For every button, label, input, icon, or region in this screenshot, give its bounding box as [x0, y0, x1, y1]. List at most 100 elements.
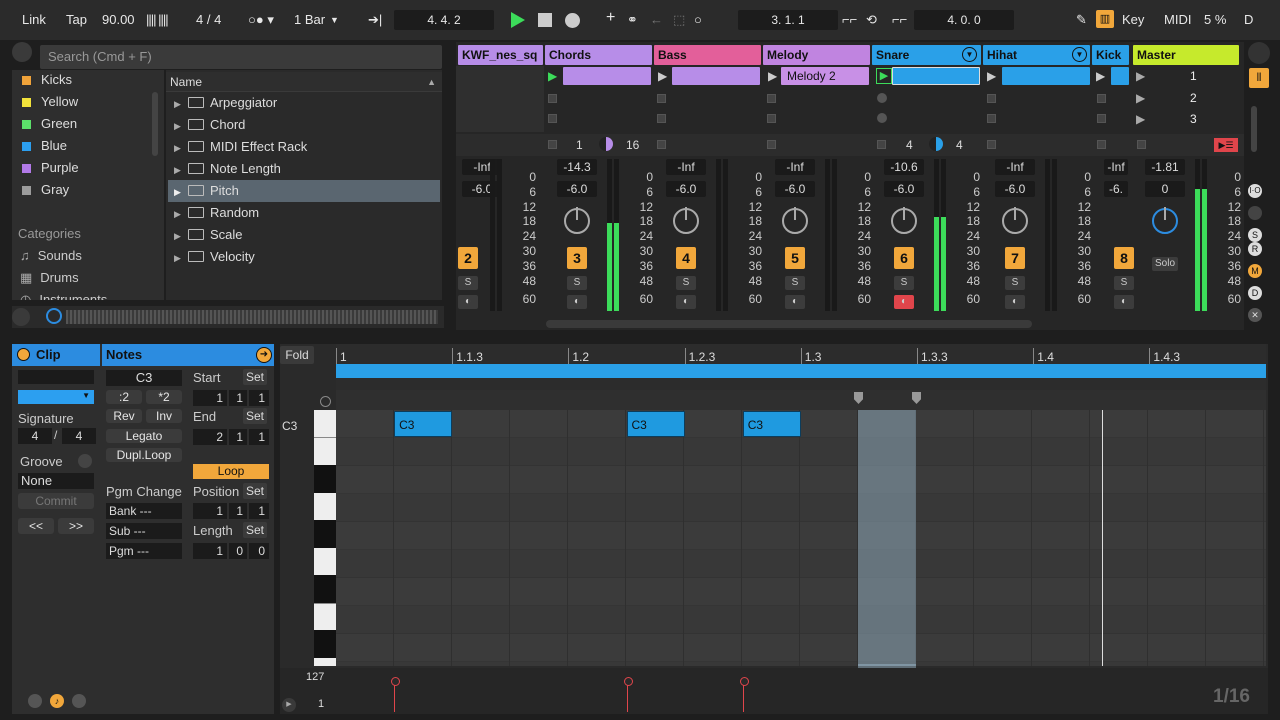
name-column-header[interactable]: Name ▲ [166, 72, 442, 92]
clip-slot-bass[interactable] [672, 67, 760, 85]
track-header-bass[interactable]: Bass [654, 45, 761, 65]
clip-stop-icon[interactable] [1097, 94, 1106, 103]
track-volume[interactable]: -Inf [462, 159, 502, 175]
length-bar[interactable]: 1 [193, 543, 227, 559]
track-activator[interactable]: 5 [785, 247, 805, 269]
fold-track-icon[interactable]: ▼ [962, 47, 977, 62]
track-stop-icon[interactable] [877, 140, 886, 149]
capture-icon[interactable]: ⬚ [673, 12, 685, 28]
midi-note[interactable]: C3 [742, 411, 801, 437]
stop-icon[interactable] [538, 13, 552, 27]
arm-icon[interactable]: ◐ [785, 295, 805, 309]
arrangement-position[interactable]: 4. 4. 2 [394, 10, 494, 30]
notes-toggle-icon[interactable]: ♪ [50, 694, 64, 708]
sends-toggle-icon[interactable] [1248, 206, 1262, 220]
solo-button[interactable]: S [676, 276, 696, 290]
invert-button[interactable]: Inv [146, 409, 182, 423]
list-item[interactable]: ▶ Scale [168, 224, 440, 246]
clip-color-select[interactable]: ▼ [18, 390, 94, 404]
solo-switch-button[interactable]: Solo [1152, 257, 1178, 271]
metronome-icon[interactable]: |||| |||| [146, 12, 169, 27]
track-activator[interactable]: 4 [676, 247, 696, 269]
pan-knob-icon[interactable] [782, 207, 808, 234]
clip-record-icon[interactable] [877, 113, 887, 123]
clip-name-field[interactable] [18, 370, 94, 384]
track-volume[interactable]: -Inf [775, 159, 815, 175]
track-pan[interactable]: -6.0 [666, 181, 706, 197]
velocity-marker[interactable] [739, 677, 749, 712]
pgm-field[interactable]: Pgm --- [106, 543, 182, 559]
vertical-scrollbar[interactable] [1251, 106, 1257, 152]
clip-slot-melody[interactable]: Melody 2 [781, 67, 869, 85]
play-icon[interactable] [511, 12, 525, 28]
chords-input-channel[interactable]: 1 [576, 138, 583, 152]
clip-stop-icon[interactable] [548, 94, 557, 103]
commit-button[interactable]: Commit [18, 493, 94, 509]
clip-stop-icon[interactable] [657, 114, 666, 123]
crossfader-toggle-icon[interactable]: ✕ [1248, 308, 1262, 322]
end-set-button[interactable]: Set [243, 408, 267, 424]
chords-monitor-icon[interactable] [599, 137, 613, 151]
signature-numerator[interactable]: 4 [18, 428, 52, 444]
signature-field[interactable]: 4 / 4 [196, 12, 221, 27]
track-stop-icon[interactable] [548, 140, 557, 149]
legato-button[interactable]: Legato [106, 429, 182, 443]
clip-play-icon[interactable]: ▶ [876, 68, 892, 84]
track-volume[interactable]: -14.3 [557, 159, 597, 175]
clip-slot-hihat[interactable] [1002, 67, 1090, 85]
track-stop-icon[interactable] [987, 140, 996, 149]
track-activator[interactable]: 6 [894, 247, 914, 269]
snare-input-channel[interactable]: 4 [906, 138, 913, 152]
crossfade-icon[interactable]: ▶☰ [1214, 138, 1238, 152]
clip-play-icon[interactable]: ▶ [987, 69, 996, 83]
loop-button[interactable]: Loop [193, 464, 269, 479]
piano-keyboard[interactable] [314, 410, 336, 666]
start-beat[interactable]: 1 [229, 390, 247, 406]
color-tag-kicks[interactable]: Kicks [22, 72, 72, 87]
clip-play-icon[interactable]: ▶ [658, 69, 667, 83]
list-item-selected[interactable]: ▶ Pitch [168, 180, 440, 202]
loop-start-field[interactable]: 3. 1. 1 [738, 10, 838, 30]
position-bar[interactable]: 1 [193, 503, 227, 519]
solo-button[interactable]: S [458, 276, 478, 290]
track-volume[interactable]: -Inf [666, 159, 706, 175]
color-tag-yellow[interactable]: Yellow [22, 94, 78, 109]
track-header-chords[interactable]: Chords [545, 45, 652, 65]
solo-button[interactable]: S [1005, 276, 1025, 290]
solo-button[interactable]: S [567, 276, 587, 290]
track-stop-icon[interactable] [767, 140, 776, 149]
clip-stop-icon[interactable] [767, 94, 776, 103]
search-input[interactable]: Search (Cmd + F) [40, 45, 442, 69]
pan-knob-icon[interactable] [891, 207, 917, 234]
follow-icon[interactable]: ○● ▾ [248, 12, 274, 28]
record-icon[interactable] [565, 13, 580, 28]
track-volume[interactable]: -Inf [995, 159, 1035, 175]
back-to-arrangement-icon[interactable]: ← [650, 12, 663, 27]
arm-icon[interactable]: ◐ [1005, 295, 1025, 309]
session-view-icon[interactable]: ⦀ [1249, 68, 1269, 88]
io-toggle-icon[interactable]: I·O [1248, 184, 1262, 198]
velocity-lane-toggle-icon[interactable]: ▶ [282, 698, 296, 712]
length-sixteenth[interactable]: 0 [249, 543, 269, 559]
pan-knob-icon[interactable] [1002, 207, 1028, 234]
midi-note[interactable]: C3 [394, 411, 453, 437]
reverse-button[interactable]: Rev [106, 409, 142, 423]
velocity-marker[interactable] [623, 677, 633, 712]
length-beat[interactable]: 0 [229, 543, 247, 559]
solo-button[interactable]: S [894, 276, 914, 290]
groove-select[interactable]: None [18, 473, 94, 489]
fold-button[interactable]: Fold [280, 346, 314, 364]
track-pan[interactable]: -6.0 [884, 181, 924, 197]
color-tag-green[interactable]: Green [22, 116, 77, 131]
solo-button[interactable]: S [785, 276, 805, 290]
key-map-button[interactable]: Key [1122, 12, 1144, 27]
prev-button[interactable]: << [18, 518, 54, 534]
arm-icon[interactable]: ◐ [458, 295, 478, 309]
pan-knob-icon[interactable] [673, 207, 699, 234]
automation-icon[interactable]: ⚭ [627, 12, 638, 28]
arm-icon[interactable]: ◐ [1114, 295, 1134, 309]
preview-icon[interactable] [46, 308, 62, 324]
clip-stop-icon[interactable] [987, 114, 996, 123]
scene-launch-icon[interactable]: ▶ [1136, 91, 1145, 105]
pan-knob-icon[interactable] [1152, 207, 1178, 234]
